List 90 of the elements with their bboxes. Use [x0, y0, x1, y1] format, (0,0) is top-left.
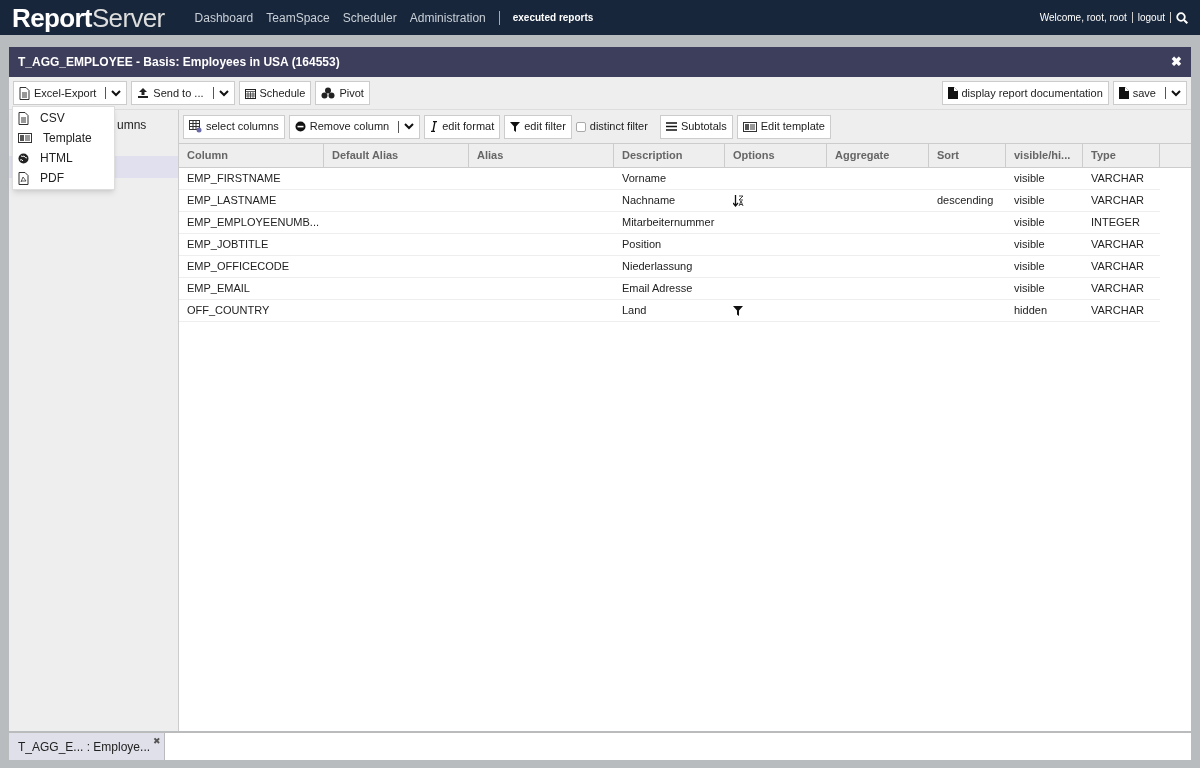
calendar-icon	[244, 87, 256, 99]
table-cell-text: visible	[1013, 193, 1046, 209]
caret-icon	[404, 123, 415, 130]
table-columns-icon	[189, 120, 202, 133]
column-header[interactable]: Description	[614, 144, 725, 167]
table-cell-text: Vorname	[621, 171, 668, 187]
table-cell-text: Position	[621, 237, 663, 253]
table-cell-text: visible	[1013, 215, 1046, 231]
distinct-filter-checkbox[interactable]: distinct filter	[575, 118, 648, 135]
table-cell-text: VARCHAR	[1090, 171, 1145, 187]
column-header[interactable]: Alias	[469, 144, 614, 167]
pdf-file-icon	[18, 171, 29, 185]
table-cell-text: Mitarbeiternummer	[621, 215, 716, 231]
document-tab[interactable]: T_AGG_E... : Employe... ✖	[9, 733, 166, 760]
close-button[interactable]: ✖	[1171, 52, 1182, 72]
dropdown-button[interactable]: Send to ...	[131, 81, 235, 105]
table-cell-text: Nachname	[621, 193, 677, 209]
toolbar-button[interactable]: edit format	[424, 114, 501, 139]
toolbar-button[interactable]: Subtotals	[659, 114, 733, 139]
column-header[interactable]: Type	[1083, 144, 1160, 167]
caret-icon	[1171, 89, 1181, 97]
table-cell-text: Email Adresse	[621, 281, 694, 297]
filter-icon	[510, 121, 521, 132]
table-cell-text: visible	[1013, 171, 1046, 187]
minus-circle-icon	[294, 121, 306, 132]
column-header[interactable]: Options	[725, 144, 827, 167]
table-cell-text: OFF_COUNTRY	[186, 303, 271, 319]
cubes-icon	[321, 87, 336, 99]
table-cell-text: VARCHAR	[1090, 237, 1145, 253]
column-header[interactable]: Column	[179, 144, 324, 167]
nav-link[interactable]: executed reports	[512, 10, 594, 25]
table-cell-text: visible	[1013, 259, 1046, 275]
menu-item[interactable]: CSV	[13, 108, 114, 128]
column-header[interactable]: Sort	[929, 144, 1006, 167]
document-icon	[947, 87, 958, 99]
upload-icon	[137, 87, 150, 99]
table-cell-text: Niederlassung	[621, 259, 694, 275]
template-icon	[742, 121, 757, 132]
table-cell-text: EMP_FIRSTNAME	[186, 171, 282, 187]
toolbar-button[interactable]: edit filter	[504, 114, 572, 139]
column-header[interactable]: visible/hi...	[1006, 144, 1083, 167]
caret-icon	[111, 89, 122, 97]
toolbar-button[interactable]: display report documentation	[941, 81, 1109, 105]
list-icon	[665, 122, 677, 131]
table-cell-text: VARCHAR	[1090, 259, 1145, 275]
dropdown-button[interactable]: save	[1112, 81, 1187, 105]
table-cell-text: Land	[621, 303, 648, 319]
table-cell-text: EMP_JOBTITLE	[186, 237, 270, 253]
table-cell-text: INTEGER	[1090, 215, 1141, 231]
document-icon	[19, 86, 30, 100]
document-icon	[1118, 87, 1129, 99]
menu-item[interactable]: Template	[13, 128, 114, 148]
table-cell-text: visible	[1013, 281, 1046, 297]
window-title: T_AGG_EMPLOYEE - Basis: Employees in USA (164553)	[18, 54, 340, 71]
sort-descending-icon	[733, 194, 744, 207]
table-cell-text: EMP_EMPLOYEENUMB...	[186, 215, 321, 231]
table-cell-text: EMP_OFFICECODE	[186, 259, 291, 275]
toolbar-button[interactable]: select columns	[183, 114, 285, 139]
document-icon	[18, 111, 29, 125]
globe-icon	[18, 152, 29, 164]
toolbar-button[interactable]: Schedule	[238, 81, 312, 105]
table-cell-text: VARCHAR	[1090, 303, 1145, 319]
logout-link[interactable]: logout	[1137, 10, 1165, 25]
template-icon	[18, 133, 32, 143]
column-header[interactable]: Aggregate	[827, 144, 929, 167]
filter-icon	[733, 305, 743, 316]
table-cell-text: EMP_EMAIL	[186, 281, 251, 297]
toolbar-button[interactable]: Edit template	[736, 114, 831, 139]
table-cell-text: VARCHAR	[1090, 281, 1145, 297]
dropdown-button[interactable]: Excel-Export	[13, 81, 128, 105]
welcome-text: Welcome, root, root	[1039, 11, 1127, 25]
toolbar-button[interactable]: Pivot	[315, 81, 370, 105]
table-cell-text: VARCHAR	[1090, 193, 1145, 209]
caret-icon	[218, 89, 229, 97]
nav-link[interactable]: Dashboard	[194, 8, 254, 27]
dropdown-button[interactable]: Remove column	[288, 114, 421, 139]
table-cell-text: hidden	[1013, 303, 1049, 319]
menu-item[interactable]: HTML	[13, 148, 114, 168]
nav-link[interactable]: TeamSpace	[266, 8, 330, 27]
table-cell-text: visible	[1013, 237, 1046, 253]
nav-link[interactable]: Scheduler	[342, 8, 397, 27]
search-icon[interactable]	[1176, 11, 1188, 24]
close-tab-button[interactable]: ✖	[153, 735, 162, 749]
italic-icon	[430, 121, 439, 132]
menu-item[interactable]: PDF	[13, 168, 114, 188]
column-header[interactable]: Default Alias	[324, 144, 469, 167]
nav-link[interactable]: Administration	[409, 8, 486, 27]
table-cell-text: descending	[936, 193, 995, 209]
table-cell-text: EMP_LASTNAME	[186, 193, 278, 209]
app-logo: ReportServer	[12, 4, 165, 31]
